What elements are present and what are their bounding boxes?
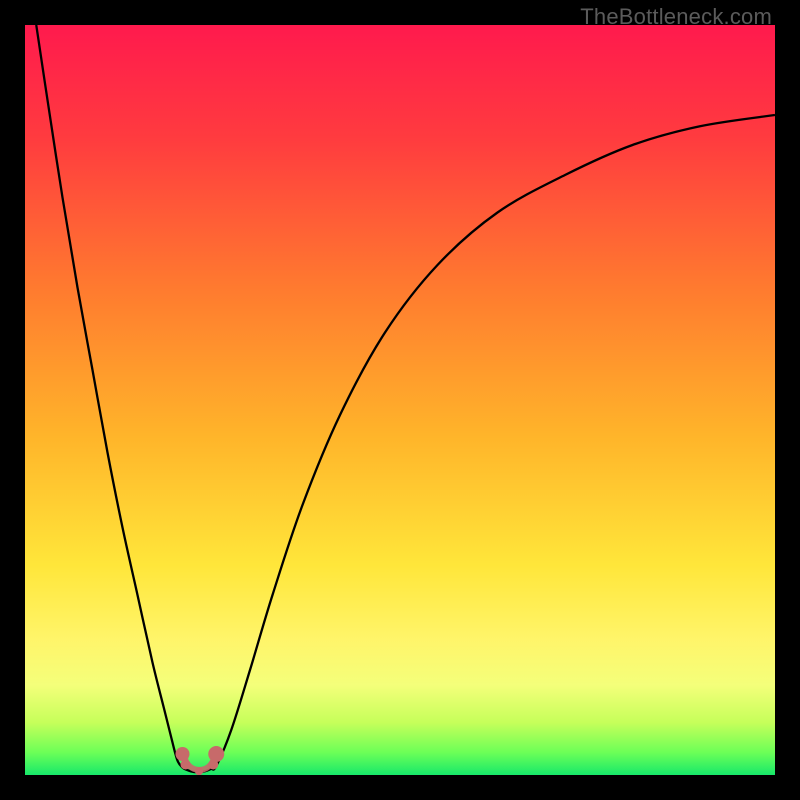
valley-markers: [176, 746, 225, 775]
watermark-text: TheBottleneck.com: [580, 4, 772, 30]
chart-frame: TheBottleneck.com: [0, 0, 800, 800]
bottleneck-curve: [25, 25, 775, 775]
plot-area: [25, 25, 775, 775]
